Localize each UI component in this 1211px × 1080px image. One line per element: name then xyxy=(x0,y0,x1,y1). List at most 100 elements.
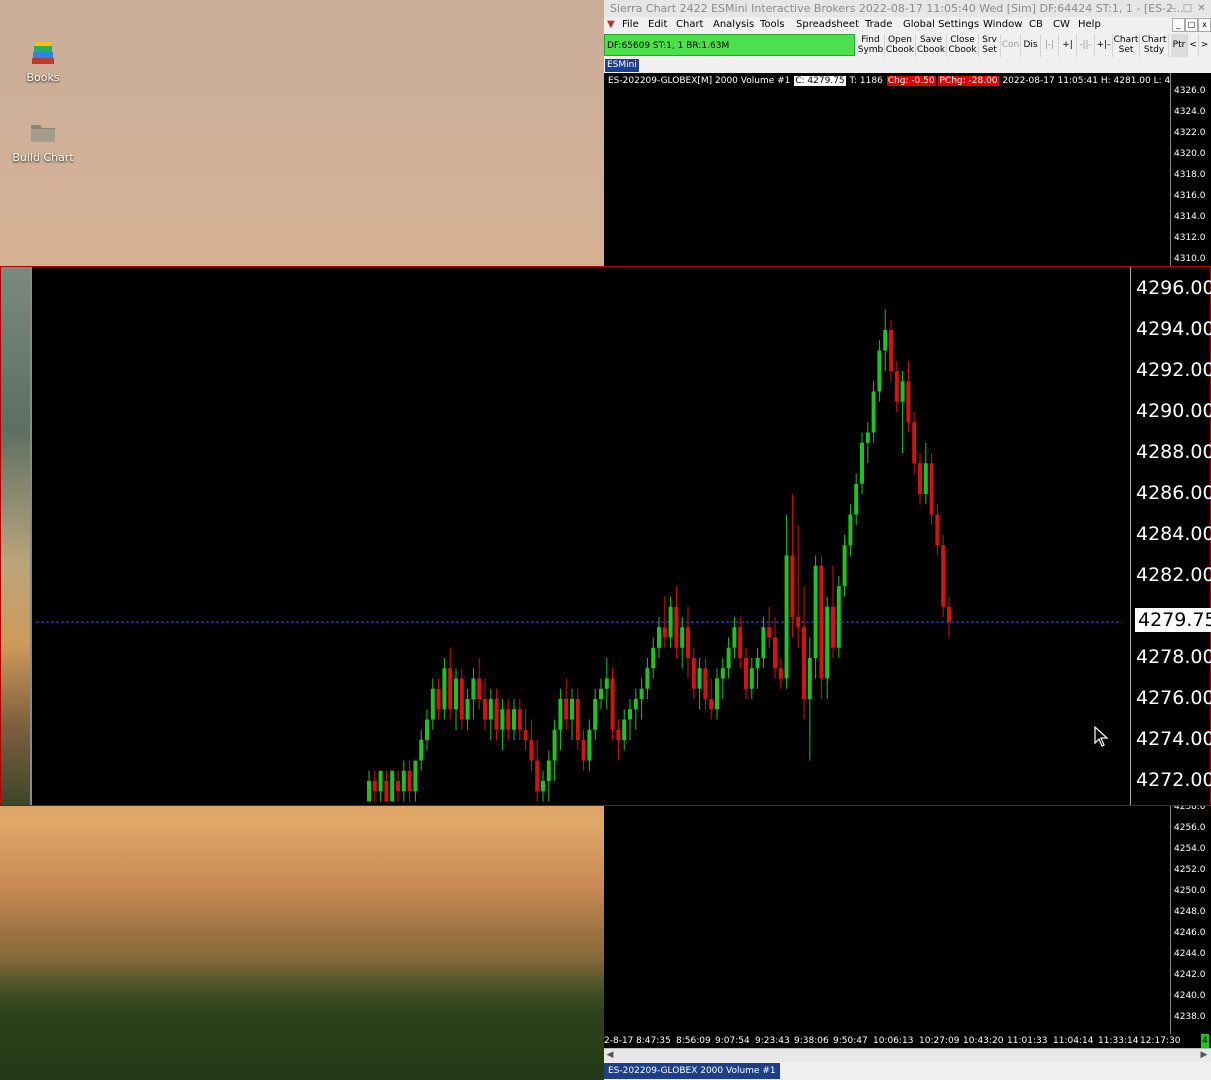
connect-button[interactable]: Con xyxy=(1001,34,1021,57)
tool-button-4[interactable]: +|- xyxy=(1095,34,1113,57)
time-tick: 11:04:14 xyxy=(1053,1036,1094,1046)
candle xyxy=(738,617,743,669)
candle xyxy=(541,770,545,802)
candle-body xyxy=(854,483,859,515)
menu-tools[interactable]: Tools xyxy=(760,17,785,33)
candle xyxy=(860,432,864,494)
zoom-price-tick: 4294.00 xyxy=(1136,318,1211,340)
time-tick: 8:47:35 xyxy=(636,1036,671,1046)
zoomed-price-axis[interactable]: 4296.00 4294.00 4292.00 4290.00 4288.00 … xyxy=(1130,267,1211,805)
candle xyxy=(488,688,493,740)
menu-file[interactable]: File xyxy=(622,17,639,33)
candle xyxy=(691,647,696,699)
candle-body xyxy=(744,658,748,689)
minimize-icon[interactable]: – xyxy=(1168,0,1179,17)
candle-body xyxy=(836,586,841,648)
candle xyxy=(918,453,922,505)
mdi-close-icon[interactable]: x xyxy=(1198,18,1211,32)
scroll-left-button[interactable]: < xyxy=(1188,34,1199,57)
restore-icon[interactable]: □ xyxy=(1182,0,1193,17)
menu-edit[interactable]: Edit xyxy=(648,17,667,33)
tool-button-2[interactable]: +| xyxy=(1059,34,1077,57)
candle-body xyxy=(384,781,389,802)
candle xyxy=(546,750,551,802)
chart-tab-es-globex[interactable]: ES-202209-GLOBEX 2000 Volume #1 xyxy=(604,1063,780,1079)
candle-body xyxy=(390,770,395,802)
candle-body xyxy=(535,760,540,792)
menu-help[interactable]: Help xyxy=(1078,17,1101,33)
tool-button-3[interactable]: -||- xyxy=(1077,34,1095,57)
candle xyxy=(436,678,441,720)
candle xyxy=(854,473,859,525)
app-menu-icon[interactable]: ▼ xyxy=(607,17,615,33)
candle-body xyxy=(796,617,801,628)
open-chartbook-button[interactable]: Open Cbook xyxy=(885,34,916,57)
candle xyxy=(407,760,412,802)
menu-cb[interactable]: CB xyxy=(1029,17,1043,33)
close-icon[interactable]: ✕ xyxy=(1196,0,1207,17)
scroll-right-arrow-icon[interactable]: ▶ xyxy=(1198,1049,1210,1062)
candle-body xyxy=(657,627,661,648)
desktop-icon-build-chart[interactable]: Build Chart xyxy=(8,120,78,164)
mdi-minimize-icon[interactable]: _ xyxy=(1172,18,1185,32)
scroll-right-button[interactable]: > xyxy=(1199,34,1210,57)
candle xyxy=(535,740,540,802)
save-chartbook-button[interactable]: Save Cbook xyxy=(916,34,947,57)
menu-chart[interactable]: Chart xyxy=(676,17,703,33)
button-label: Close xyxy=(950,35,975,45)
window-titlebar[interactable]: Sierra Chart 2422 ESMini Interactive Bro… xyxy=(604,0,1211,17)
time-axis[interactable]: 2-8-17 8:47:35 8:56:09 9:07:54 9:23:43 9… xyxy=(604,1034,1211,1048)
pointer-tool-button[interactable]: Ptr xyxy=(1171,34,1188,57)
candle xyxy=(564,678,569,730)
candle xyxy=(517,699,522,740)
candle xyxy=(570,688,574,740)
zoomed-candles xyxy=(36,309,1122,802)
candle-body xyxy=(587,729,592,761)
candle xyxy=(709,678,714,720)
candle-body xyxy=(575,699,580,740)
candle-body xyxy=(506,709,511,730)
find-symbol-button[interactable]: Find Symb xyxy=(857,34,885,57)
disconnect-button[interactable]: Dis xyxy=(1021,34,1041,57)
horizontal-scrollbar[interactable]: ◀ ▶ xyxy=(604,1048,1211,1063)
candle-body xyxy=(459,678,464,720)
candle-body xyxy=(604,678,609,689)
scroll-left-arrow-icon[interactable]: ◀ xyxy=(604,1049,616,1062)
mdi-restore-icon[interactable]: □ xyxy=(1185,18,1198,32)
candle-body xyxy=(686,627,690,658)
desktop-icon-books[interactable]: Books xyxy=(8,40,78,84)
chart-studies-button[interactable]: Chart Stdy xyxy=(1140,34,1169,57)
chartbook-tab-strip: ESMini xyxy=(604,59,1211,73)
candle-body xyxy=(483,699,487,720)
candle-body xyxy=(720,668,725,679)
button-label: Set xyxy=(1118,45,1134,55)
candle xyxy=(378,770,383,802)
zoomed-plot-area[interactable] xyxy=(32,267,1130,805)
tool-button-1[interactable]: |-| xyxy=(1041,34,1059,57)
menu-window[interactable]: Window xyxy=(983,17,1022,33)
chartbook-tab-esmini[interactable]: ESMini xyxy=(605,59,639,72)
candle-body xyxy=(691,658,696,689)
close-chartbook-button[interactable]: Close Cbook xyxy=(947,34,979,57)
candle-body xyxy=(488,699,493,720)
candle-body xyxy=(767,627,772,638)
candle xyxy=(610,668,615,740)
chart-tab-bar: ES-202209-GLOBEX 2000 Volume #1 xyxy=(604,1062,1211,1080)
candle-body xyxy=(929,463,934,515)
candle-body xyxy=(570,699,574,720)
candle-body xyxy=(900,381,905,402)
menu-spreadsheet[interactable]: Spreadsheet xyxy=(796,17,859,33)
candle-body xyxy=(413,760,418,792)
menu-analysis[interactable]: Analysis xyxy=(713,17,754,33)
candle-body xyxy=(448,668,453,710)
candle-body xyxy=(668,606,673,638)
candle xyxy=(773,617,777,679)
candle-body xyxy=(680,627,685,648)
candle xyxy=(697,658,702,710)
menu-cw[interactable]: CW xyxy=(1053,17,1070,33)
server-settings-button[interactable]: Srv Set xyxy=(979,34,1001,57)
menu-trade[interactable]: Trade xyxy=(865,17,892,33)
menu-global-settings[interactable]: Global Settings xyxy=(903,17,979,33)
candle xyxy=(686,606,690,679)
chart-settings-button[interactable]: Chart Set xyxy=(1113,34,1140,57)
